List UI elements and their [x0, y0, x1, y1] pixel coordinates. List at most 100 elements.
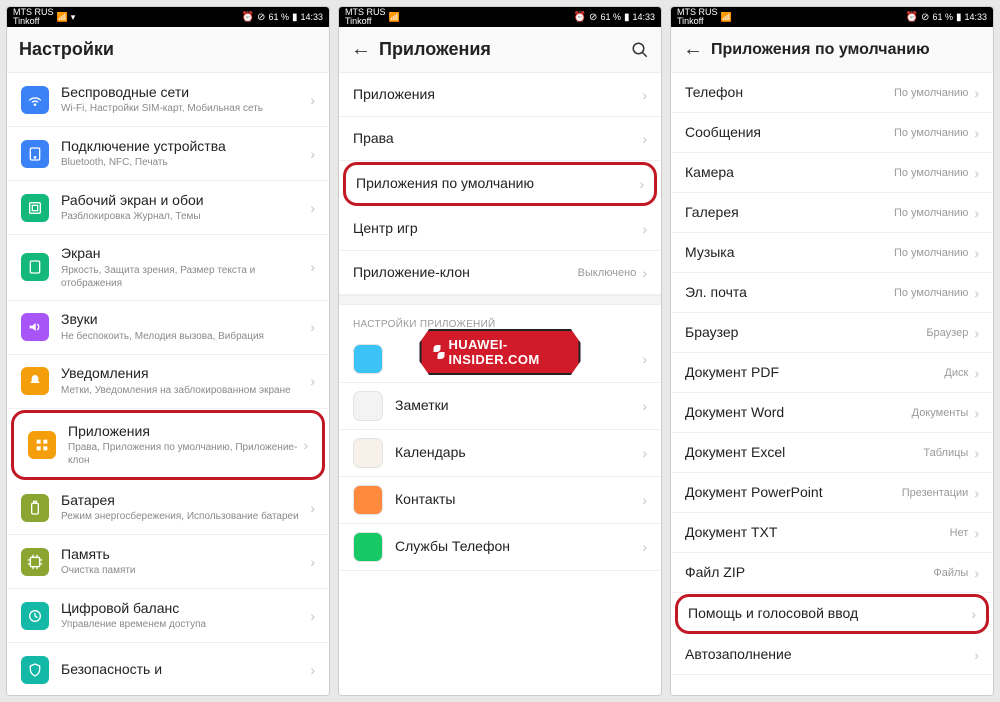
- watermark-badge: HUAWEI-INSIDER.COM: [420, 329, 581, 375]
- row-value: Выключено: [578, 267, 637, 279]
- settings-row-bell[interactable]: Уведомления Метки, Уведомления на заблок…: [7, 355, 329, 409]
- settings-row-display[interactable]: Экран Яркость, Защита зрения, Размер тек…: [7, 235, 329, 301]
- balance-icon: [21, 602, 49, 630]
- default-app-row[interactable]: Автозаполнение ›: [671, 635, 993, 675]
- row-title: Цифровой баланс: [61, 600, 310, 618]
- apps-list[interactable]: Приложения › Права › Приложения по умолч…: [339, 73, 661, 695]
- chevron-right-icon: ›: [974, 165, 979, 181]
- search-icon[interactable]: [631, 41, 649, 59]
- apps-row[interactable]: Права ›: [339, 117, 661, 161]
- settings-row-sound[interactable]: Звуки Не беспокоить, Мелодия вызова, Виб…: [7, 301, 329, 355]
- settings-row-battery[interactable]: Батарея Режим энергосбережения, Использо…: [7, 481, 329, 535]
- row-title: Помощь и голосовой ввод: [688, 605, 971, 623]
- signal-icon: 📶: [57, 13, 68, 22]
- row-value: Нет: [950, 527, 969, 539]
- chevron-right-icon: ›: [974, 205, 979, 221]
- settings-row-memory[interactable]: Память Очистка памяти ›: [7, 535, 329, 589]
- app-row[interactable]: Заметки ›: [339, 383, 661, 430]
- battery-icon: ▮: [292, 12, 298, 23]
- chevron-right-icon: ›: [974, 565, 979, 581]
- back-button[interactable]: ←: [351, 38, 373, 61]
- battery-icon: ▮: [956, 12, 962, 23]
- apps-row[interactable]: Центр игр ›: [339, 207, 661, 251]
- row-title: Приложения: [68, 423, 303, 441]
- apps-row[interactable]: Приложения по умолчанию ›: [343, 162, 657, 206]
- phone-settings: MTS RUS Tinkoff 📶 ▾ ⏰ ⊘ 61 % ▮ 14:33 Нас…: [6, 6, 330, 696]
- default-app-row[interactable]: Телефон По умолчанию ›: [671, 73, 993, 113]
- row-subtitle: Bluetooth, NFC, Печать: [61, 156, 310, 169]
- settings-list[interactable]: Беспроводные сети Wi-Fi, Настройки SIM-к…: [7, 73, 329, 695]
- app-row[interactable]: Контакты ›: [339, 477, 661, 524]
- apps-icon: [28, 431, 56, 459]
- chevron-right-icon: ›: [310, 200, 315, 216]
- row-title: Экран: [61, 245, 310, 263]
- row-subtitle: Права, Приложения по умолчанию, Приложен…: [68, 441, 303, 467]
- wifi-icon: ▾: [71, 13, 76, 22]
- app-icon: [353, 438, 383, 468]
- row-title: Музыка: [685, 244, 894, 262]
- carrier-2: Tinkoff: [13, 17, 54, 26]
- alarm-icon: ⏰: [242, 12, 254, 23]
- default-app-row[interactable]: Документ TXT Нет ›: [671, 513, 993, 553]
- settings-row-device[interactable]: Подключение устройства Bluetooth, NFC, П…: [7, 127, 329, 181]
- row-title: Браузер: [685, 324, 926, 342]
- chevron-right-icon: ›: [310, 500, 315, 516]
- default-app-row[interactable]: Эл. почта По умолчанию ›: [671, 273, 993, 313]
- row-subtitle: Разблокировка Журнал, Темы: [61, 210, 310, 223]
- chevron-right-icon: ›: [642, 265, 647, 281]
- default-app-row[interactable]: Помощь и голосовой ввод ›: [675, 594, 989, 634]
- chevron-right-icon: ›: [310, 608, 315, 624]
- battery-icon: ▮: [624, 12, 630, 23]
- row-value: Диск: [944, 367, 968, 379]
- row-title: Права: [353, 130, 642, 148]
- row-title: Камера: [685, 164, 894, 182]
- default-app-row[interactable]: Сообщения По умолчанию ›: [671, 113, 993, 153]
- chevron-right-icon: ›: [310, 92, 315, 108]
- chevron-right-icon: ›: [642, 492, 647, 508]
- memory-icon: [21, 548, 49, 576]
- back-button[interactable]: ←: [683, 38, 705, 61]
- app-row[interactable]: Календарь ›: [339, 430, 661, 477]
- row-title: Заметки: [395, 397, 642, 415]
- settings-row-wifi[interactable]: Беспроводные сети Wi-Fi, Настройки SIM-к…: [7, 73, 329, 127]
- default-app-row[interactable]: Музыка По умолчанию ›: [671, 233, 993, 273]
- row-title: Автозаполнение: [685, 646, 974, 664]
- default-app-row[interactable]: Галерея По умолчанию ›: [671, 193, 993, 233]
- settings-row-apps[interactable]: Приложения Права, Приложения по умолчани…: [11, 410, 325, 481]
- row-title: Контакты: [395, 491, 642, 509]
- chevron-right-icon: ›: [974, 365, 979, 381]
- row-title: Документ PowerPoint: [685, 484, 902, 502]
- row-subtitle: Wi-Fi, Настройки SIM-карт, Мобильная сет…: [61, 102, 310, 115]
- row-title: Файл ZIP: [685, 564, 933, 582]
- default-app-row[interactable]: Документ Excel Таблицы ›: [671, 433, 993, 473]
- row-title: Батарея: [61, 492, 310, 510]
- settings-row-security[interactable]: Безопасность и ›: [7, 643, 329, 695]
- default-app-row[interactable]: Браузер Браузер ›: [671, 313, 993, 353]
- default-app-row[interactable]: Камера По умолчанию ›: [671, 153, 993, 193]
- default-app-row[interactable]: Документ PDF Диск ›: [671, 353, 993, 393]
- wifi-icon: [21, 86, 49, 114]
- row-value: По умолчанию: [894, 247, 968, 259]
- default-app-row[interactable]: Документ PowerPoint Презентации ›: [671, 473, 993, 513]
- alarm-icon: ⏰: [574, 12, 586, 23]
- app-row[interactable]: Службы Телефон ›: [339, 524, 661, 571]
- huawei-logo-icon: [434, 345, 445, 359]
- apps-row[interactable]: Приложения ›: [339, 73, 661, 117]
- settings-row-home[interactable]: Рабочий экран и обои Разблокировка Журна…: [7, 181, 329, 235]
- chevron-right-icon: ›: [974, 245, 979, 261]
- default-app-row[interactable]: Документ Word Документы ›: [671, 393, 993, 433]
- dnd-icon: ⊘: [257, 12, 265, 23]
- default-app-row[interactable]: Файл ZIP Файлы ›: [671, 553, 993, 593]
- chevron-right-icon: ›: [642, 398, 647, 414]
- row-title: Службы Телефон: [395, 538, 642, 556]
- phone-apps: MTS RUS Tinkoff 📶 ⏰ ⊘ 61 % ▮ 14:33 ← При…: [338, 6, 662, 696]
- row-title: Звуки: [61, 311, 310, 329]
- chevron-right-icon: ›: [310, 373, 315, 389]
- row-title: Сообщения: [685, 124, 894, 142]
- row-value: По умолчанию: [894, 167, 968, 179]
- settings-row-balance[interactable]: Цифровой баланс Управление временем дост…: [7, 589, 329, 643]
- default-apps-list[interactable]: Телефон По умолчанию › Сообщения По умол…: [671, 73, 993, 695]
- apps-row[interactable]: Приложение-клон Выключено ›: [339, 251, 661, 295]
- bell-icon: [21, 367, 49, 395]
- chevron-right-icon: ›: [971, 606, 976, 622]
